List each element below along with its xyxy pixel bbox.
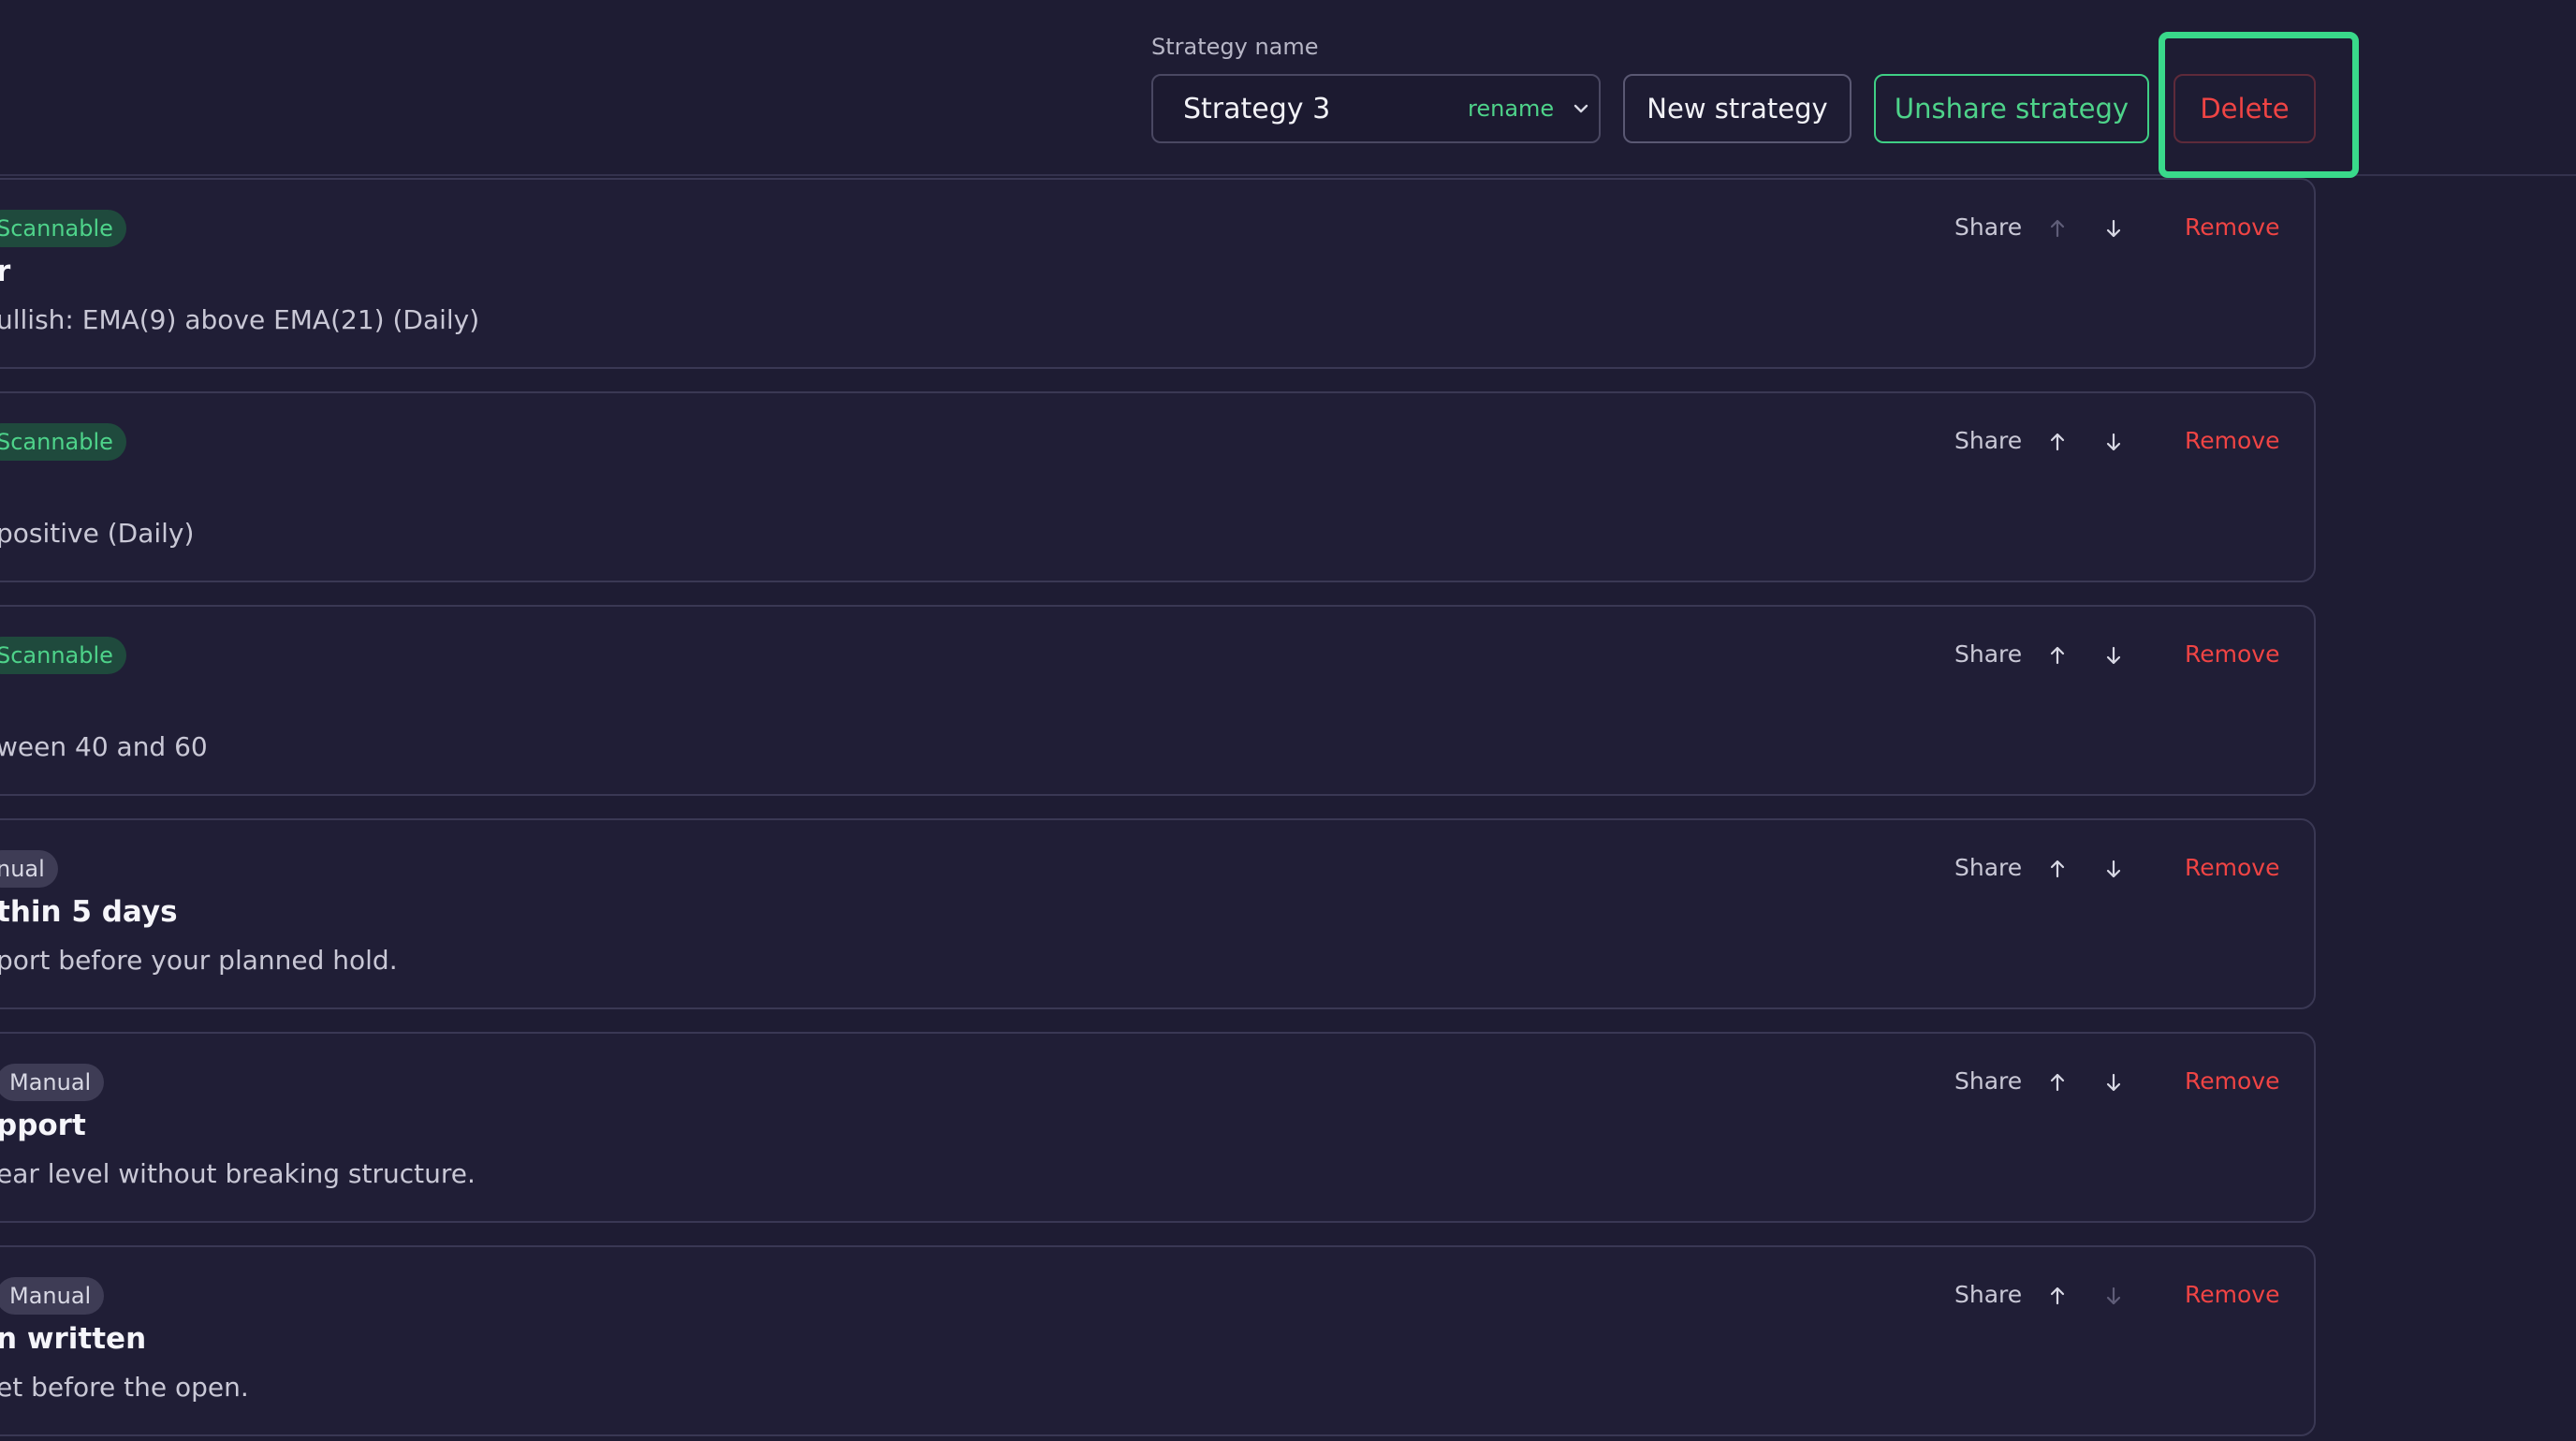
- share-button[interactable]: Share: [1954, 1281, 2022, 1308]
- arrow-up-icon[interactable]: [2044, 429, 2071, 455]
- arrow-down-icon[interactable]: [2100, 642, 2127, 669]
- scannable-badge: Scannable: [0, 637, 126, 674]
- rule-card: nual thin 5 days port before your planne…: [0, 818, 2316, 1009]
- remove-button[interactable]: Remove: [2185, 854, 2279, 881]
- remove-button[interactable]: Remove: [2185, 213, 2279, 241]
- arrow-down-icon[interactable]: [2100, 1069, 2127, 1095]
- arrow-down-icon[interactable]: [2100, 856, 2127, 882]
- rule-description: ear level without breaking structure.: [0, 1158, 476, 1189]
- rule-card: Scannable ween 40 and 60 Share Remove: [0, 605, 2316, 796]
- remove-button[interactable]: Remove: [2185, 1067, 2279, 1095]
- new-strategy-button[interactable]: New strategy: [1623, 74, 1852, 143]
- arrow-up-icon[interactable]: [2044, 1069, 2071, 1095]
- strategy-header: Strategy name Strategy 3 rename New stra…: [0, 0, 2576, 178]
- remove-button[interactable]: Remove: [2185, 427, 2279, 454]
- arrow-up-icon[interactable]: [2044, 642, 2071, 669]
- strategy-select[interactable]: Strategy 3 rename: [1151, 74, 1601, 143]
- rule-title: thin 5 days: [0, 895, 178, 929]
- manual-badge: Manual: [0, 1277, 105, 1315]
- scannable-badge: Scannable: [0, 423, 126, 461]
- delete-strategy-button[interactable]: Delete: [2174, 74, 2316, 143]
- rule-card: Manual pport ear level without breaking …: [0, 1032, 2316, 1223]
- rule-card: Scannable r ullish: EMA(9) above EMA(21)…: [0, 178, 2316, 369]
- unshare-strategy-button[interactable]: Unshare strategy: [1874, 74, 2149, 143]
- strategy-page: Strategy name Strategy 3 rename New stra…: [0, 0, 2576, 1441]
- manual-badge: nual: [0, 850, 58, 888]
- strategy-name-label: Strategy name: [1151, 34, 1319, 60]
- rule-title: r: [0, 255, 11, 288]
- share-button[interactable]: Share: [1954, 213, 2022, 241]
- scannable-badge: Scannable: [0, 210, 126, 247]
- rule-card: Scannable positive (Daily) Share Remove: [0, 391, 2316, 582]
- rule-card: Manual n written et before the open. Sha…: [0, 1245, 2316, 1436]
- arrow-down-icon[interactable]: [2100, 1283, 2127, 1309]
- remove-button[interactable]: Remove: [2185, 640, 2279, 668]
- rule-description: ullish: EMA(9) above EMA(21) (Daily): [0, 304, 480, 335]
- arrow-up-icon[interactable]: [2044, 856, 2071, 882]
- rule-description: port before your planned hold.: [0, 945, 398, 976]
- chevron-down-icon: [1567, 95, 1595, 123]
- share-button[interactable]: Share: [1954, 854, 2022, 881]
- share-button[interactable]: Share: [1954, 1067, 2022, 1095]
- rule-description: et before the open.: [0, 1372, 249, 1403]
- rule-title: n written: [0, 1322, 147, 1356]
- rule-description: ween 40 and 60: [0, 731, 208, 762]
- arrow-down-icon[interactable]: [2100, 429, 2127, 455]
- arrow-down-icon[interactable]: [2100, 215, 2127, 242]
- arrow-up-icon[interactable]: [2044, 215, 2071, 242]
- arrow-up-icon[interactable]: [2044, 1283, 2071, 1309]
- rule-title: pport: [0, 1109, 86, 1142]
- share-button[interactable]: Share: [1954, 640, 2022, 668]
- rule-description: positive (Daily): [0, 518, 195, 549]
- strategy-select-value: Strategy 3: [1183, 92, 1331, 125]
- manual-badge: Manual: [0, 1064, 105, 1101]
- rename-link[interactable]: rename: [1468, 96, 1554, 122]
- share-button[interactable]: Share: [1954, 427, 2022, 454]
- remove-button[interactable]: Remove: [2185, 1281, 2279, 1308]
